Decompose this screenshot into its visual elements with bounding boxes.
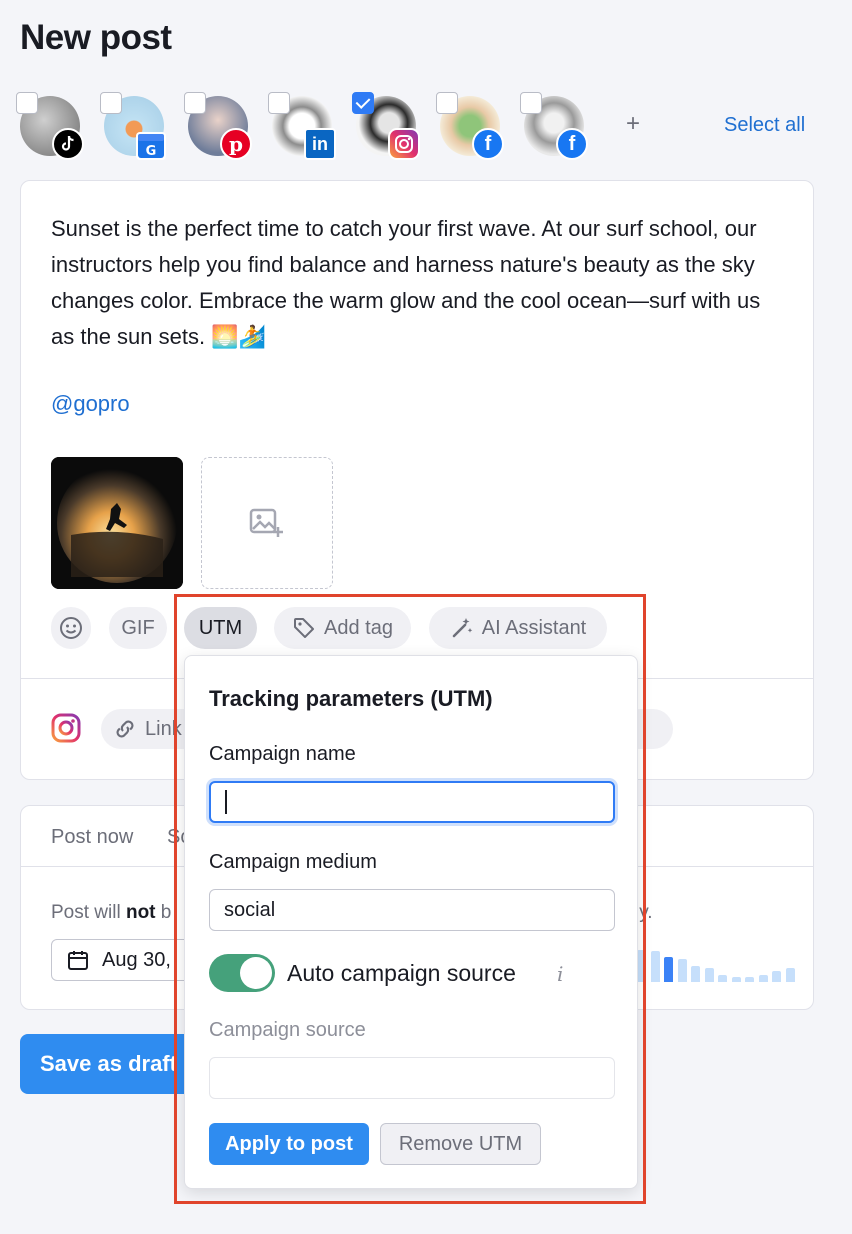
- account-instagram[interactable]: [350, 90, 430, 164]
- account-checkbox[interactable]: [352, 92, 374, 114]
- account-checkbox[interactable]: [184, 92, 206, 114]
- page-title: New post: [20, 18, 172, 57]
- add-tag-button[interactable]: Add tag: [274, 607, 411, 649]
- account-facebook[interactable]: f: [434, 90, 514, 164]
- magic-wand-icon: [452, 618, 473, 638]
- activity-bar: [637, 950, 646, 982]
- account-checkbox[interactable]: [268, 92, 290, 114]
- post-text-editor[interactable]: Sunset is the perfect time to catch your…: [51, 211, 771, 355]
- utm-popover-title: Tracking parameters (UTM): [209, 686, 493, 711]
- campaign-medium-input[interactable]: social: [209, 889, 615, 931]
- campaign-source-input[interactable]: [209, 1057, 615, 1099]
- account-checkbox[interactable]: [520, 92, 542, 114]
- account-selector: G p in f f + Select all: [14, 90, 824, 164]
- toggle-knob: [240, 957, 272, 989]
- tag-icon: [294, 618, 315, 638]
- add-media-button[interactable]: [201, 457, 333, 589]
- apply-to-post-button[interactable]: Apply to post: [209, 1123, 369, 1165]
- activity-bar: [718, 975, 727, 982]
- ai-assistant-button[interactable]: AI Assistant: [429, 607, 607, 649]
- date-value: Aug 30,: [102, 948, 171, 971]
- date-picker[interactable]: Aug 30,: [51, 939, 201, 981]
- calendar-icon: [68, 951, 88, 970]
- gif-button[interactable]: GIF: [109, 607, 167, 649]
- select-all-link[interactable]: Select all: [724, 114, 805, 137]
- schedule-notice: Post will not b: [51, 902, 172, 923]
- add-image-icon: [249, 508, 283, 537]
- emoji-button[interactable]: [51, 607, 91, 649]
- account-tiktok[interactable]: [14, 90, 94, 164]
- activity-bar: [677, 959, 687, 982]
- ai-assistant-label: AI Assistant: [481, 616, 587, 639]
- activity-bar: [772, 971, 781, 982]
- auto-campaign-source-label: Auto campaign source: [287, 960, 516, 986]
- activity-bar: [704, 968, 714, 982]
- auto-campaign-source-toggle[interactable]: [209, 954, 275, 992]
- mention-link[interactable]: @gopro: [51, 391, 130, 417]
- svg-text:G: G: [146, 144, 157, 159]
- activity-bar: [650, 951, 660, 982]
- campaign-name-input[interactable]: [209, 781, 615, 823]
- info-icon[interactable]: i: [557, 962, 563, 986]
- facebook-icon: f: [556, 128, 588, 160]
- media-thumbnail[interactable]: [51, 457, 183, 589]
- campaign-name-label: Campaign name: [209, 743, 356, 765]
- utm-popover: Tracking parameters (UTM) Campaign name …: [184, 655, 638, 1189]
- add-account-icon[interactable]: +: [626, 110, 640, 138]
- campaign-medium-label: Campaign medium: [209, 851, 377, 873]
- pinterest-icon: p: [220, 128, 252, 160]
- text-caret: [225, 790, 227, 814]
- account-pinterest[interactable]: p: [182, 90, 262, 164]
- account-google-business[interactable]: G: [98, 90, 178, 164]
- activity-bar: [664, 957, 673, 982]
- google-business-icon: G: [136, 132, 166, 160]
- account-checkbox[interactable]: [100, 92, 122, 114]
- link-icon: [116, 720, 134, 738]
- activity-bar: [731, 977, 741, 982]
- account-checkbox[interactable]: [436, 92, 458, 114]
- account-checkbox[interactable]: [16, 92, 38, 114]
- instagram-icon: [388, 128, 420, 160]
- activity-bar: [785, 968, 795, 982]
- activity-bar: [745, 977, 754, 982]
- campaign-source-label: Campaign source: [209, 1019, 366, 1041]
- account-linkedin[interactable]: in: [266, 90, 346, 164]
- activity-chart: [637, 946, 807, 982]
- account-facebook[interactable]: f: [518, 90, 598, 164]
- emoji-icon: [60, 617, 82, 639]
- tab-post-now[interactable]: Post now: [51, 826, 133, 849]
- utm-button[interactable]: UTM: [184, 607, 257, 649]
- activity-bar: [691, 966, 700, 982]
- activity-bar: [758, 975, 768, 982]
- tiktok-icon: [52, 128, 84, 160]
- add-tag-label: Add tag: [324, 616, 393, 639]
- link-label: Link: [145, 717, 182, 740]
- instagram-icon: [51, 713, 81, 748]
- remove-utm-button[interactable]: Remove UTM: [380, 1123, 541, 1165]
- facebook-icon: f: [472, 128, 504, 160]
- linkedin-icon: in: [304, 128, 336, 160]
